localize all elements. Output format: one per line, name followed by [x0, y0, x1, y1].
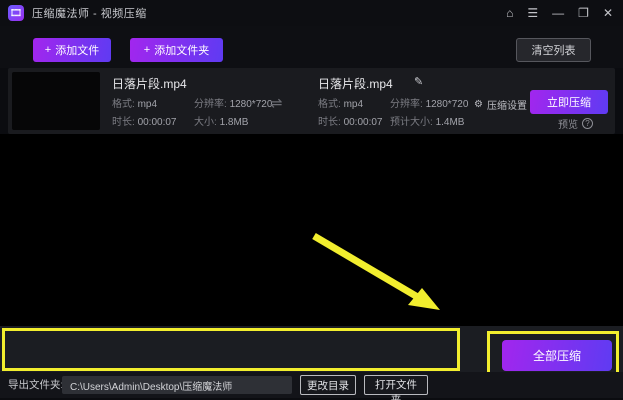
- edit-name-icon[interactable]: ✎: [414, 75, 423, 88]
- exchange-arrows-icon: ⇌: [270, 94, 283, 112]
- close-icon[interactable]: ✕: [603, 0, 613, 26]
- change-directory-button[interactable]: 更改目录: [300, 375, 356, 395]
- minimize-icon[interactable]: —: [552, 0, 564, 26]
- add-file-label: 添加文件: [55, 42, 99, 58]
- preview-link[interactable]: 预览 ?: [558, 116, 593, 131]
- source-file-name: 日落片段.mp4: [112, 75, 187, 92]
- file-list-empty-area: [0, 134, 623, 326]
- gear-icon: ⚙: [474, 99, 483, 110]
- compression-settings-label: 压缩设置: [487, 97, 527, 112]
- add-folder-label: 添加文件夹: [154, 42, 209, 58]
- home-icon[interactable]: ⌂: [506, 0, 513, 26]
- video-thumbnail: [12, 72, 100, 130]
- add-folder-button[interactable]: + 添加文件夹: [130, 38, 223, 62]
- source-size: 大小: 1.8MB: [194, 113, 248, 128]
- source-format: 格式: mp4: [112, 95, 157, 110]
- output-file-name: 日落片段.mp4: [318, 75, 393, 92]
- maximize-icon[interactable]: ❐: [578, 0, 589, 26]
- export-bar: 导出文件夹: 更改目录 打开文件夹: [0, 372, 623, 398]
- source-resolution: 分辨率: 1280*720: [194, 95, 272, 110]
- output-resolution: 分辨率: 1280*720: [390, 95, 468, 110]
- toolbar: + 添加文件 + 添加文件夹 清空列表: [0, 26, 623, 68]
- preview-label: 预览: [558, 116, 578, 131]
- output-estimated-size: 预计大小: 1.4MB: [390, 113, 464, 128]
- plus-icon: +: [45, 44, 51, 56]
- compress-now-button[interactable]: 立即压缩: [530, 90, 608, 114]
- open-folder-button[interactable]: 打开文件夹: [364, 375, 428, 395]
- preview-help-icon: ?: [582, 118, 593, 129]
- file-list-item[interactable]: 日落片段.mp4 格式: mp4 分辨率: 1280*720 时长: 00:00…: [8, 68, 615, 134]
- export-path-field[interactable]: [62, 376, 292, 394]
- export-folder-label: 导出文件夹:: [8, 372, 63, 398]
- plus-icon: +: [144, 44, 150, 56]
- window-title: 压缩魔法师 - 视频压缩: [32, 5, 147, 21]
- compress-all-button[interactable]: 全部压缩: [502, 340, 612, 371]
- clear-list-button[interactable]: 清空列表: [516, 38, 591, 62]
- app-logo-icon: 🎞: [8, 5, 24, 21]
- title-bar: 🎞 压缩魔法师 - 视频压缩 ⌂ ☰ — ❐ ✕: [0, 0, 623, 26]
- compression-settings-button[interactable]: ⚙ 压缩设置: [474, 97, 527, 112]
- output-format: 格式: mp4: [318, 95, 363, 110]
- app-window: 🎞 压缩魔法师 - 视频压缩 ⌂ ☰ — ❐ ✕ + 添加文件 + 添加文件夹 …: [0, 0, 623, 400]
- window-controls: ⌂ ☰ — ❐ ✕: [506, 0, 613, 26]
- menu-icon[interactable]: ☰: [527, 0, 538, 26]
- add-file-button[interactable]: + 添加文件: [33, 38, 111, 62]
- source-duration: 时长: 00:00:07: [112, 113, 177, 128]
- output-duration: 时长: 00:00:07: [318, 113, 383, 128]
